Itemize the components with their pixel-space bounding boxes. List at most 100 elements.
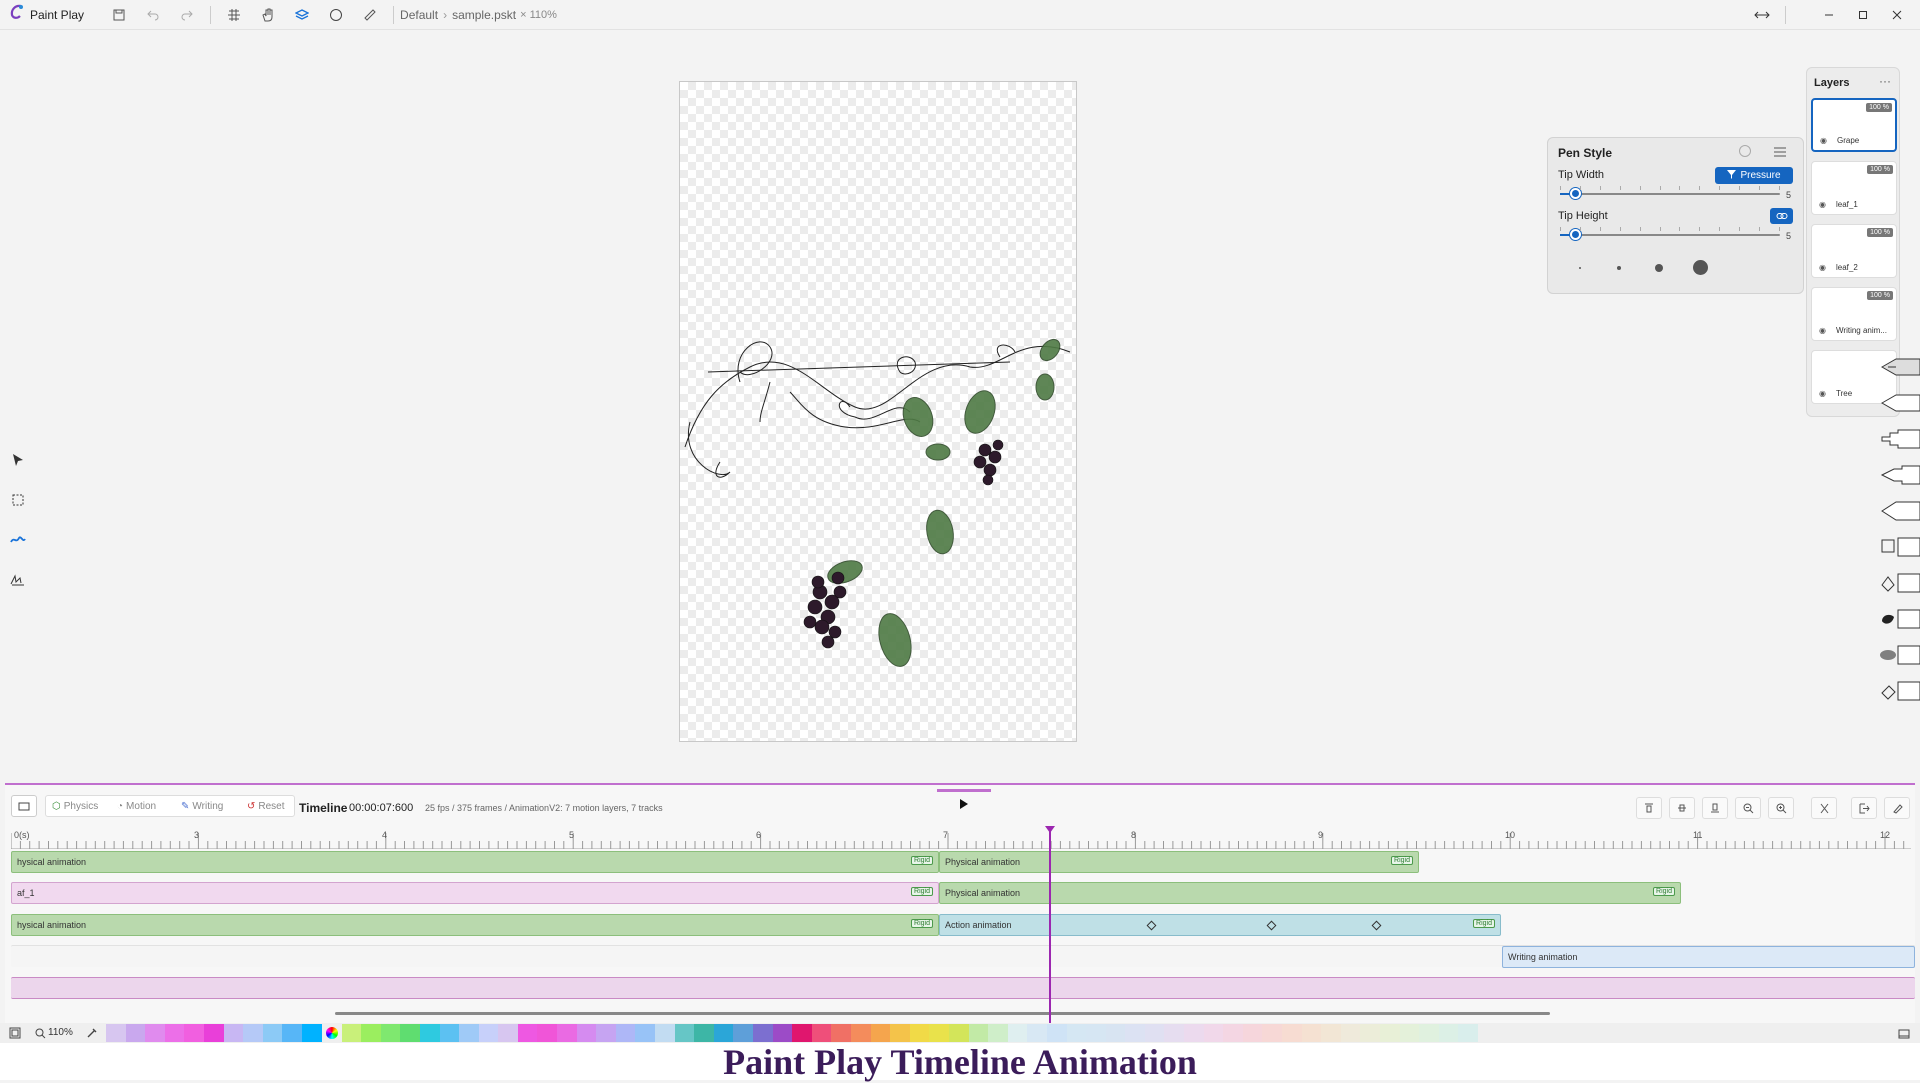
eyedropper-icon[interactable] <box>86 1026 98 1044</box>
color-swatch[interactable] <box>203 1024 224 1042</box>
keyframe-icon[interactable] <box>1266 920 1277 931</box>
color-swatch[interactable] <box>223 1024 244 1042</box>
time-ruler[interactable]: 0(s) 3 4 5 6 7 8 9 10 11 12 <box>11 829 1911 849</box>
circle-icon[interactable] <box>319 0 353 30</box>
color-swatch[interactable] <box>1223 1024 1243 1042</box>
size-preset-xs[interactable] <box>1579 267 1581 269</box>
track-clip[interactable]: af_1 Rigid <box>11 882 939 904</box>
color-swatch[interactable] <box>145 1024 165 1042</box>
color-swatch[interactable] <box>498 1024 518 1042</box>
zoom-out-icon[interactable] <box>1735 797 1761 819</box>
color-swatch[interactable] <box>1164 1024 1185 1042</box>
color-swatch[interactable] <box>870 1024 891 1042</box>
color-swatch[interactable] <box>557 1024 577 1042</box>
align-bottom-icon[interactable] <box>1702 797 1728 819</box>
color-swatch[interactable] <box>909 1024 930 1042</box>
color-swatch[interactable] <box>772 1024 793 1042</box>
color-swatch[interactable] <box>655 1024 675 1042</box>
color-swatch[interactable] <box>968 1024 989 1042</box>
airbrush-icon[interactable] <box>1878 640 1920 670</box>
eraser-icon[interactable] <box>1878 676 1920 706</box>
writing-button[interactable]: ✎ Writing <box>181 795 223 817</box>
color-swatch[interactable] <box>517 1024 538 1042</box>
playhead[interactable] <box>1049 830 1051 1025</box>
keyframe-icon[interactable] <box>1371 920 1382 931</box>
pressure-button[interactable]: Pressure <box>1715 167 1793 184</box>
more-icon[interactable]: ··· <box>1879 74 1891 88</box>
color-swatch[interactable] <box>1144 1024 1165 1042</box>
size-preset-l[interactable] <box>1693 260 1708 275</box>
color-swatch[interactable] <box>301 1024 322 1042</box>
color-swatch[interactable] <box>635 1024 656 1042</box>
layer-item-leaf-2[interactable]: 100 % ◉ leaf_2 <box>1811 224 1897 278</box>
color-swatch[interactable] <box>576 1024 597 1042</box>
color-swatch[interactable] <box>1066 1024 1087 1042</box>
settings-icon[interactable] <box>1773 145 1787 163</box>
color-swatch[interactable] <box>713 1024 734 1042</box>
color-swatch[interactable] <box>1419 1024 1439 1042</box>
color-swatch[interactable] <box>811 1024 832 1042</box>
color-swatch[interactable] <box>478 1024 499 1042</box>
color-swatch[interactable] <box>1360 1024 1380 1042</box>
color-swatch[interactable] <box>831 1024 851 1042</box>
marker-icon[interactable] <box>1878 424 1920 454</box>
color-swatch[interactable] <box>890 1024 910 1042</box>
align-top-icon[interactable] <box>1636 797 1662 819</box>
minimize-icon[interactable] <box>1812 0 1846 30</box>
breadcrumb-root[interactable]: Default <box>400 8 438 22</box>
color-swatch[interactable] <box>164 1024 185 1042</box>
image-stamp-icon[interactable] <box>1878 532 1920 562</box>
brush-stroke-icon[interactable] <box>0 520 36 560</box>
color-swatch[interactable] <box>694 1024 714 1042</box>
color-swatch[interactable] <box>733 1024 753 1042</box>
eye-icon[interactable]: ◉ <box>1819 326 1826 335</box>
color-swatch[interactable] <box>1321 1024 1341 1042</box>
color-swatch[interactable] <box>106 1024 126 1042</box>
color-swatch[interactable] <box>1184 1024 1204 1042</box>
layer-item-grape[interactable]: 100 % ◉ Grape <box>1811 98 1897 152</box>
expand-horizontal-icon[interactable] <box>1745 0 1779 30</box>
layer-item-leaf-1[interactable]: 100 % ◉ leaf_1 <box>1811 161 1897 215</box>
color-swatch[interactable] <box>1105 1024 1126 1042</box>
color-swatch[interactable] <box>262 1024 283 1042</box>
color-swatch[interactable] <box>282 1024 302 1042</box>
color-swatch[interactable] <box>1007 1024 1028 1042</box>
align-middle-icon[interactable] <box>1669 797 1695 819</box>
color-swatch[interactable] <box>596 1024 616 1042</box>
color-swatch[interactable] <box>1125 1024 1145 1042</box>
eye-icon[interactable]: ◉ <box>1820 136 1827 145</box>
color-swatch[interactable] <box>1458 1024 1478 1042</box>
color-swatch[interactable] <box>1282 1024 1302 1042</box>
pointer-icon[interactable] <box>0 440 36 480</box>
track-clip[interactable]: hysical animation Rigid <box>11 914 939 936</box>
color-swatch[interactable] <box>1203 1024 1224 1042</box>
ink-drop-icon[interactable] <box>1878 604 1920 634</box>
drawing-canvas[interactable] <box>679 81 1077 742</box>
color-swatch[interactable] <box>537 1024 558 1042</box>
grid-icon[interactable] <box>217 0 251 30</box>
track-clip[interactable]: hysical animation Rigid <box>11 851 939 873</box>
fill-bucket-icon[interactable] <box>1878 568 1920 598</box>
play-button[interactable] <box>942 794 986 818</box>
color-swatch[interactable] <box>419 1024 440 1042</box>
color-swatch[interactable] <box>459 1024 479 1042</box>
color-swatch[interactable] <box>674 1024 695 1042</box>
horizontal-scrollbar[interactable] <box>335 1012 1550 1015</box>
brush-icon[interactable] <box>1878 496 1920 526</box>
color-swatch[interactable] <box>361 1024 381 1042</box>
ruler-icon[interactable] <box>353 0 387 30</box>
motion-button[interactable]: ◔ Motion <box>117 795 156 817</box>
color-swatch[interactable] <box>184 1024 204 1042</box>
color-swatch[interactable] <box>792 1024 812 1042</box>
color-swatch[interactable] <box>1086 1024 1106 1042</box>
redo-icon[interactable] <box>170 0 204 30</box>
keyframe-icon[interactable] <box>1146 920 1157 931</box>
layer-item-writing[interactable]: 100 % ◉ Writing anim... <box>1811 287 1897 341</box>
color-swatch[interactable] <box>615 1024 636 1042</box>
color-swatch[interactable] <box>400 1024 420 1042</box>
eye-icon[interactable]: ◉ <box>1819 389 1826 398</box>
signature-icon[interactable] <box>0 560 36 600</box>
color-swatch[interactable] <box>243 1024 263 1042</box>
zoom-in-icon[interactable] <box>1768 797 1794 819</box>
color-swatch[interactable] <box>1262 1024 1283 1042</box>
